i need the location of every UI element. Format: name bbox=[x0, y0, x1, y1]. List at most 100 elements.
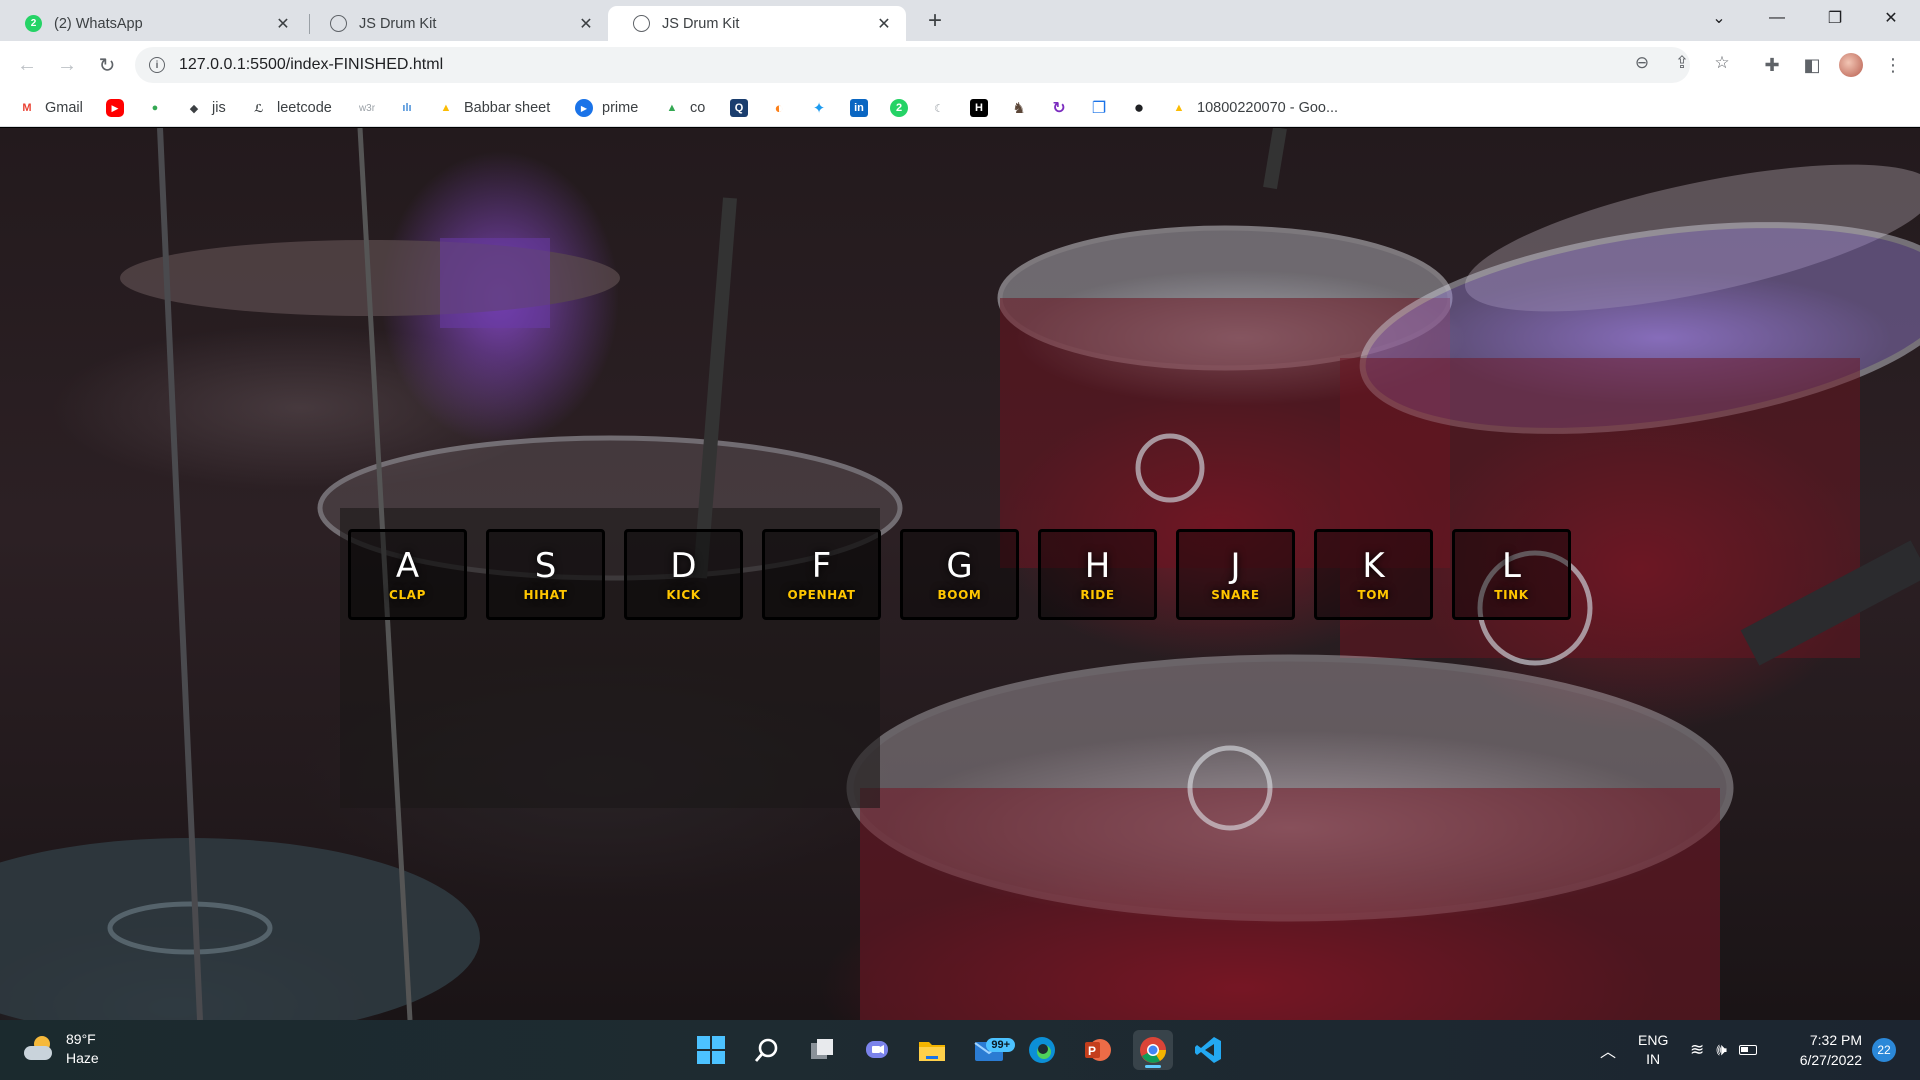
drive-icon: ▲ bbox=[440, 102, 452, 114]
bookmark-star-icon[interactable]: ☆ bbox=[1708, 49, 1736, 77]
powerpoint[interactable]: P bbox=[1077, 1030, 1117, 1070]
bookmark-co[interactable]: ▲ co bbox=[663, 95, 706, 121]
key-letter: J bbox=[1230, 546, 1241, 586]
vscode[interactable] bbox=[1188, 1030, 1228, 1070]
chrome-icon bbox=[1140, 1037, 1167, 1063]
minimize-icon[interactable]: — bbox=[1748, 0, 1806, 36]
bookmark-maps[interactable]: ● bbox=[146, 95, 173, 121]
bookmarks-bar: M Gmail ▶ ● ◆ jis ℒleetcode w3r ılı ▲ Babba… bbox=[0, 89, 1920, 127]
drum-key-kick[interactable]: Dkick bbox=[624, 529, 743, 620]
menu-kebab-icon[interactable]: ⋮ bbox=[1877, 49, 1909, 81]
bookmark-prime[interactable]: ▶ prime bbox=[575, 95, 638, 121]
chrome[interactable] bbox=[1133, 1030, 1173, 1070]
bookmark-jis[interactable]: ◆ jis bbox=[185, 95, 226, 121]
system-tray-status[interactable]: ≋ 🕪 bbox=[1690, 1020, 1757, 1080]
bookmark-label: co bbox=[690, 100, 706, 116]
close-window-icon[interactable]: ✕ bbox=[1862, 0, 1920, 36]
key-sound-label: tink bbox=[1494, 588, 1529, 602]
leetcode-icon: ℒ bbox=[254, 102, 264, 115]
close-tab-icon[interactable]: ✕ bbox=[576, 14, 596, 34]
bookmark-gmail[interactable]: M Gmail bbox=[18, 95, 82, 121]
edge-browser[interactable] bbox=[1022, 1030, 1062, 1070]
start-button[interactable] bbox=[691, 1030, 731, 1070]
globe-icon bbox=[633, 15, 650, 32]
language-indicator[interactable]: ENG IN bbox=[1638, 1020, 1668, 1080]
linkedin-icon: in bbox=[850, 99, 868, 117]
mail-unread-badge: 99+ bbox=[986, 1038, 1015, 1052]
bookmark-leetcode[interactable]: ℒleetcode bbox=[250, 95, 332, 121]
teams-chat[interactable] bbox=[857, 1030, 897, 1070]
bookmark-refresh-app[interactable]: ↻ bbox=[1050, 95, 1077, 121]
notification-center[interactable]: 22 bbox=[1872, 1020, 1896, 1080]
weather-condition: Haze bbox=[66, 1050, 99, 1066]
new-tab-button[interactable]: + bbox=[920, 7, 950, 35]
drum-key-hihat[interactable]: Shihat bbox=[486, 529, 605, 620]
share-icon[interactable]: ⇪ bbox=[1668, 49, 1696, 77]
bookmark-github[interactable]: ● bbox=[1130, 95, 1157, 121]
weather-widget[interactable]: 89°F Haze bbox=[22, 1030, 99, 1068]
bookmark-youtube[interactable]: ▶ bbox=[106, 95, 133, 121]
tab-js-drum-kit[interactable]: JS Drum Kit ✕ bbox=[305, 6, 608, 41]
gmail-icon: M bbox=[22, 102, 32, 114]
address-bar[interactable]: i 127.0.0.1:5500/index-FINISHED.html bbox=[135, 47, 1690, 83]
moon-icon: ☾ bbox=[934, 102, 944, 115]
bookmark-chart[interactable]: ılı bbox=[398, 95, 425, 121]
forward-arrow-icon[interactable]: → bbox=[51, 49, 83, 81]
tab-whatsapp[interactable]: 2 (2) WhatsApp ✕ bbox=[0, 6, 305, 41]
drum-key-tom[interactable]: Ktom bbox=[1314, 529, 1433, 620]
file-explorer[interactable] bbox=[912, 1030, 952, 1070]
bookmark-twitter[interactable]: ✦ bbox=[810, 95, 837, 121]
windows-taskbar: 89°F Haze 99+ P ︿ ENG IN ≋ 🕪 7:32 PM 6/2… bbox=[0, 1020, 1920, 1080]
zoom-icon[interactable]: ⊖ bbox=[1628, 49, 1656, 77]
diamond-icon: ◆ bbox=[189, 102, 199, 115]
restore-icon[interactable]: ❐ bbox=[1806, 0, 1864, 36]
side-panel-icon[interactable]: ◧ bbox=[1796, 49, 1828, 81]
key-sound-label: ride bbox=[1080, 588, 1115, 602]
bookmark-babbar-sheet[interactable]: ▲ Babbar sheet bbox=[437, 95, 551, 121]
tab-search-icon[interactable]: ⌄ bbox=[1690, 0, 1748, 36]
profile-avatar[interactable] bbox=[1839, 53, 1863, 77]
clock-time: 7:32 PM bbox=[1809, 1032, 1862, 1048]
clock[interactable]: 7:32 PM 6/27/2022 bbox=[1790, 1020, 1862, 1080]
search-box-icon: Q bbox=[730, 99, 748, 117]
taskbar-search[interactable] bbox=[747, 1030, 787, 1070]
vscode-icon bbox=[1195, 1037, 1221, 1063]
show-hidden-icons[interactable]: ︿ bbox=[1600, 1020, 1616, 1080]
site-info-icon[interactable]: i bbox=[149, 57, 165, 73]
key-letter: D bbox=[670, 546, 697, 586]
bookmark-moon[interactable]: ☾ bbox=[930, 95, 957, 121]
bookmark-label: Babbar sheet bbox=[464, 100, 551, 116]
bookmark-hackerrank[interactable]: H bbox=[970, 95, 997, 121]
drum-key-tink[interactable]: Ltink bbox=[1452, 529, 1571, 620]
mail-app[interactable]: 99+ bbox=[969, 1030, 1015, 1070]
whatsapp-icon: 2 bbox=[890, 99, 908, 117]
drum-key-clap[interactable]: Aclap bbox=[348, 529, 467, 620]
bookmark-copy-app[interactable]: ❐ bbox=[1090, 95, 1117, 121]
bookmark-linkedin[interactable]: in bbox=[850, 95, 877, 121]
task-view[interactable] bbox=[802, 1030, 842, 1070]
close-tab-icon[interactable]: ✕ bbox=[874, 14, 894, 34]
tab-js-drum-kit-active[interactable]: JS Drum Kit ✕ bbox=[608, 6, 906, 41]
key-letter: H bbox=[1084, 546, 1111, 586]
drum-key-boom[interactable]: Gboom bbox=[900, 529, 1019, 620]
bookmark-whatsapp[interactable]: 2 bbox=[890, 95, 917, 121]
bookmark-w3resource[interactable]: w3r bbox=[356, 95, 387, 121]
reload-icon[interactable]: ↻ bbox=[91, 49, 123, 81]
notification-count-badge: 22 bbox=[1872, 1038, 1896, 1062]
tab-title: JS Drum Kit bbox=[662, 15, 740, 32]
close-tab-icon[interactable]: ✕ bbox=[273, 14, 293, 34]
bookmark-google-drive-file[interactable]: ▲ 10800220070 - Goo... bbox=[1170, 95, 1339, 121]
key-letter: K bbox=[1362, 546, 1385, 586]
drum-key-snare[interactable]: Jsnare bbox=[1176, 529, 1295, 620]
bookmark-codechef[interactable]: ♞ bbox=[1010, 95, 1037, 121]
drum-key-ride[interactable]: Hride bbox=[1038, 529, 1157, 620]
chevron-up-icon: ︿ bbox=[1600, 1044, 1617, 1061]
bookmark-swiggy[interactable]: ◐ bbox=[770, 95, 797, 121]
weather-temperature: 89°F bbox=[66, 1031, 96, 1047]
active-app-indicator bbox=[1145, 1065, 1161, 1068]
drum-key-openhat[interactable]: Fopenhat bbox=[762, 529, 881, 620]
youtube-icon: ▶ bbox=[106, 99, 124, 117]
bookmark-search[interactable]: Q bbox=[730, 95, 757, 121]
back-arrow-icon[interactable]: ← bbox=[11, 49, 43, 81]
extensions-icon[interactable]: ✚ bbox=[1756, 49, 1788, 81]
